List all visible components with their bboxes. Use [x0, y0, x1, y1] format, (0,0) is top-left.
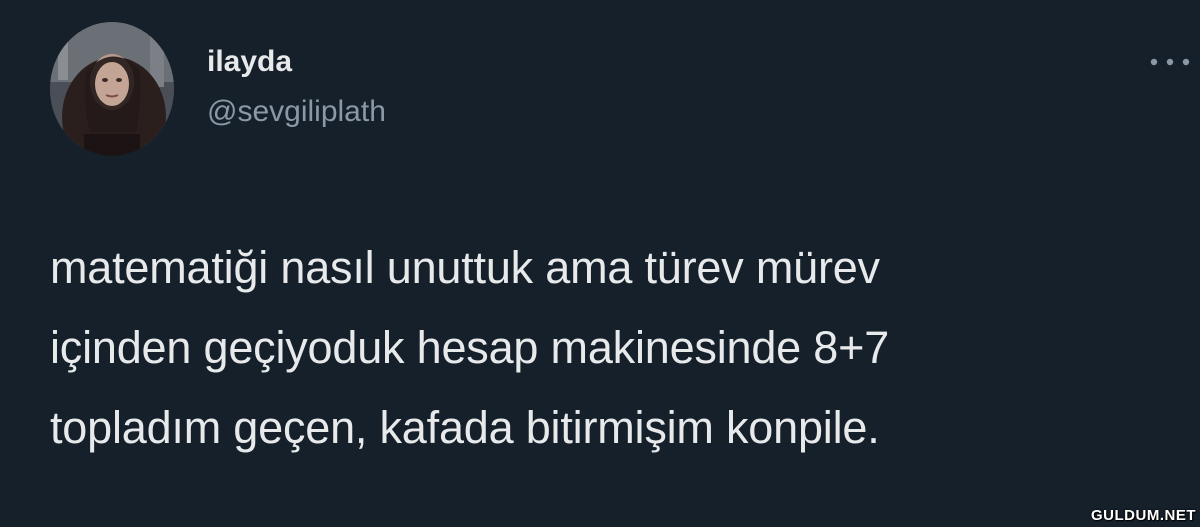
- watermark: GULDUM.NET: [1091, 507, 1196, 524]
- display-name[interactable]: ilayda: [207, 42, 292, 82]
- avatar[interactable]: [50, 22, 174, 156]
- more-horizontal-icon: [1150, 58, 1190, 66]
- avatar-photo: [50, 22, 174, 156]
- user-handle[interactable]: @sevgiliplath: [207, 92, 386, 132]
- tweet-text: matematiği nasıl unuttuk ama türev mürev…: [50, 228, 1170, 468]
- tweet-text-line: matematiği nasıl unuttuk ama türev mürev: [50, 242, 880, 293]
- tweet-text-line: içinden geçiyoduk hesap makinesinde 8+7: [50, 322, 890, 373]
- tweet-text-line: topladım geçen, kafada bitirmişim konpil…: [50, 402, 880, 453]
- more-options-button[interactable]: [1148, 46, 1192, 78]
- tweet-card: ilayda @sevgiliplath matematiği nasıl un…: [0, 0, 1200, 527]
